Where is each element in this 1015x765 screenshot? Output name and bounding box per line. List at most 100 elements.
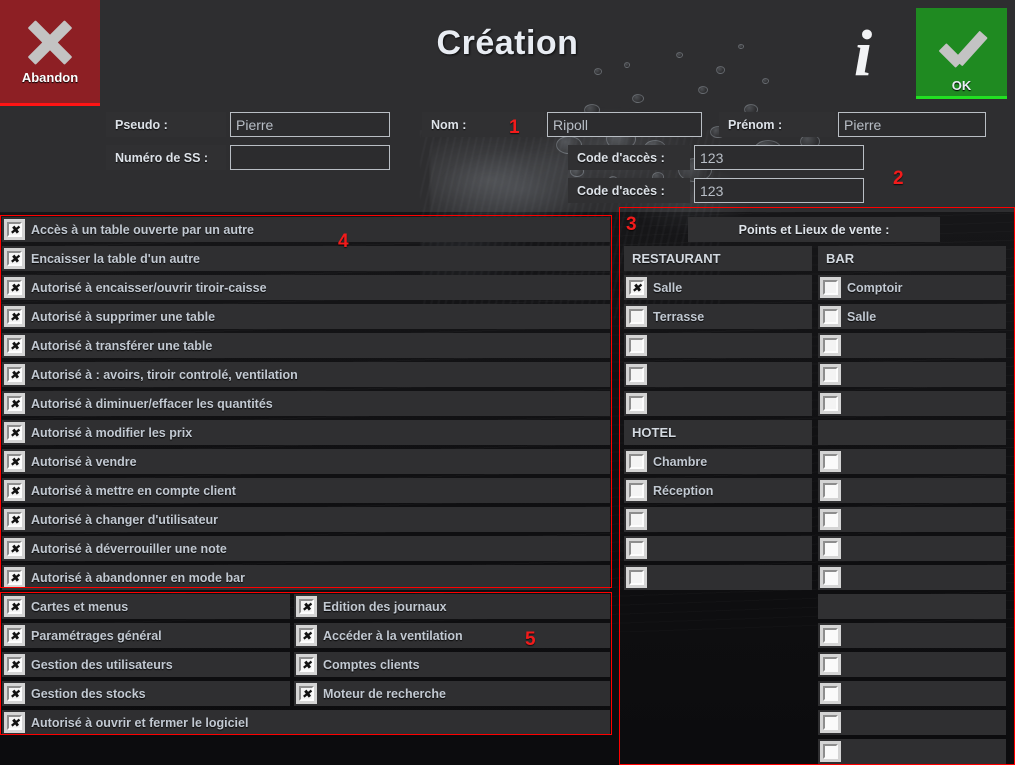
checkbox-icon[interactable] bbox=[4, 219, 25, 240]
checkbox-icon[interactable] bbox=[4, 306, 25, 327]
sales-point-row[interactable] bbox=[624, 391, 812, 416]
module-row[interactable]: Autorisé à ouvrir et fermer le logiciel bbox=[2, 710, 610, 735]
checkbox-icon[interactable] bbox=[820, 277, 841, 298]
checkbox-icon[interactable] bbox=[4, 451, 25, 472]
checkbox-icon[interactable] bbox=[626, 335, 647, 356]
checkbox-icon[interactable] bbox=[4, 335, 25, 356]
checkbox-icon[interactable] bbox=[820, 364, 841, 385]
checkbox-icon[interactable] bbox=[4, 364, 25, 385]
permission-row[interactable]: Autorisé à diminuer/effacer les quantité… bbox=[2, 391, 610, 416]
sales-point-row[interactable]: Terrasse bbox=[624, 304, 812, 329]
sales-point-row[interactable] bbox=[818, 333, 1006, 358]
sales-point-row[interactable] bbox=[624, 565, 812, 590]
checkbox-icon[interactable] bbox=[4, 712, 25, 733]
sales-point-row[interactable] bbox=[818, 623, 1006, 648]
sales-point-row[interactable] bbox=[818, 507, 1006, 532]
numero-ss-input[interactable] bbox=[230, 145, 390, 170]
checkbox-icon[interactable] bbox=[4, 480, 25, 501]
permission-row[interactable]: Autorisé à supprimer une table bbox=[2, 304, 610, 329]
checkbox-icon[interactable] bbox=[296, 625, 317, 646]
module-row[interactable]: Gestion des stocks bbox=[2, 681, 290, 706]
checkbox-icon[interactable] bbox=[820, 306, 841, 327]
checkbox-icon[interactable] bbox=[296, 683, 317, 704]
checkbox-icon[interactable] bbox=[820, 335, 841, 356]
checkbox-icon[interactable] bbox=[626, 451, 647, 472]
permission-row[interactable]: Autorisé à déverrouiller une note bbox=[2, 536, 610, 561]
checkbox-icon[interactable] bbox=[4, 393, 25, 414]
checkbox-icon[interactable] bbox=[4, 538, 25, 559]
checkbox-icon[interactable] bbox=[4, 422, 25, 443]
sales-point-row[interactable] bbox=[818, 362, 1006, 387]
permission-row[interactable]: Autorisé à mettre en compte client bbox=[2, 478, 610, 503]
sales-point-row[interactable] bbox=[818, 449, 1006, 474]
sales-point-row[interactable]: Réception bbox=[624, 478, 812, 503]
checkbox-icon[interactable] bbox=[820, 509, 841, 530]
permission-row[interactable]: Accès à un table ouverte par un autre bbox=[2, 217, 610, 242]
checkbox-icon[interactable] bbox=[296, 654, 317, 675]
sales-point-row[interactable] bbox=[624, 333, 812, 358]
checkbox-icon[interactable] bbox=[626, 509, 647, 530]
sales-point-row[interactable] bbox=[818, 710, 1006, 735]
permission-row[interactable]: Autorisé à encaisser/ouvrir tiroir-caiss… bbox=[2, 275, 610, 300]
checkbox-icon[interactable] bbox=[820, 480, 841, 501]
sales-point-row[interactable] bbox=[818, 536, 1006, 561]
checkbox-icon[interactable] bbox=[626, 538, 647, 559]
nom-input[interactable]: Ripoll bbox=[547, 112, 702, 137]
sales-point-row[interactable] bbox=[818, 652, 1006, 677]
checkbox-icon[interactable] bbox=[820, 654, 841, 675]
sales-point-row[interactable]: Comptoir bbox=[818, 275, 1006, 300]
checkbox-icon[interactable] bbox=[820, 567, 841, 588]
checkbox-icon[interactable] bbox=[820, 741, 841, 762]
permission-row[interactable]: Encaisser la table d'un autre bbox=[2, 246, 610, 271]
permission-row[interactable]: Autorisé à abandonner en mode bar bbox=[2, 565, 610, 590]
checkbox-icon[interactable] bbox=[820, 451, 841, 472]
sales-point-row[interactable] bbox=[624, 536, 812, 561]
checkbox-icon[interactable] bbox=[626, 567, 647, 588]
info-icon[interactable]: i bbox=[840, 18, 886, 90]
sales-point-row[interactable] bbox=[624, 362, 812, 387]
pseudo-input[interactable]: Pierre bbox=[230, 112, 390, 137]
checkbox-icon[interactable] bbox=[626, 306, 647, 327]
checkbox-icon[interactable] bbox=[626, 393, 647, 414]
permission-row[interactable]: Autorisé à vendre bbox=[2, 449, 610, 474]
sales-point-row[interactable]: Salle bbox=[818, 304, 1006, 329]
checkbox-icon[interactable] bbox=[4, 654, 25, 675]
checkbox-icon[interactable] bbox=[4, 625, 25, 646]
checkbox-icon[interactable] bbox=[4, 248, 25, 269]
prenom-input[interactable]: Pierre bbox=[838, 112, 986, 137]
code-acces-1-input[interactable]: 123 bbox=[694, 145, 864, 170]
sales-point-row[interactable]: Chambre bbox=[624, 449, 812, 474]
checkbox-icon[interactable] bbox=[626, 277, 647, 298]
module-row[interactable]: Paramétrages général bbox=[2, 623, 290, 648]
sales-point-row[interactable]: Salle bbox=[624, 275, 812, 300]
checkbox-icon[interactable] bbox=[4, 596, 25, 617]
sales-point-row[interactable] bbox=[818, 681, 1006, 706]
permission-row[interactable]: Autorisé à modifier les prix bbox=[2, 420, 610, 445]
checkbox-icon[interactable] bbox=[820, 625, 841, 646]
permission-row[interactable]: Autorisé à changer d'utilisateur bbox=[2, 507, 610, 532]
permission-row[interactable]: Autorisé à transférer une table bbox=[2, 333, 610, 358]
ok-button[interactable]: OK bbox=[916, 8, 1007, 99]
permission-row[interactable]: Autorisé à : avoirs, tiroir controlé, ve… bbox=[2, 362, 610, 387]
checkbox-icon[interactable] bbox=[626, 480, 647, 501]
module-row[interactable]: Gestion des utilisateurs bbox=[2, 652, 290, 677]
checkbox-icon[interactable] bbox=[820, 683, 841, 704]
module-row[interactable]: Moteur de recherche bbox=[294, 681, 610, 706]
checkbox-icon[interactable] bbox=[296, 596, 317, 617]
checkbox-icon[interactable] bbox=[4, 277, 25, 298]
checkbox-icon[interactable] bbox=[4, 509, 25, 530]
checkbox-icon[interactable] bbox=[820, 538, 841, 559]
module-row[interactable]: Cartes et menus bbox=[2, 594, 290, 619]
checkbox-icon[interactable] bbox=[820, 393, 841, 414]
checkbox-icon[interactable] bbox=[626, 364, 647, 385]
module-row[interactable]: Comptes clients bbox=[294, 652, 610, 677]
module-row[interactable]: Edition des journaux bbox=[294, 594, 610, 619]
module-row[interactable]: Accéder à la ventilation bbox=[294, 623, 610, 648]
sales-point-row[interactable] bbox=[818, 391, 1006, 416]
code-acces-2-input[interactable]: 123 bbox=[694, 178, 864, 203]
checkbox-icon[interactable] bbox=[4, 683, 25, 704]
checkbox-icon[interactable] bbox=[4, 567, 25, 588]
sales-point-row[interactable] bbox=[818, 478, 1006, 503]
sales-point-row[interactable] bbox=[818, 565, 1006, 590]
checkbox-icon[interactable] bbox=[820, 712, 841, 733]
